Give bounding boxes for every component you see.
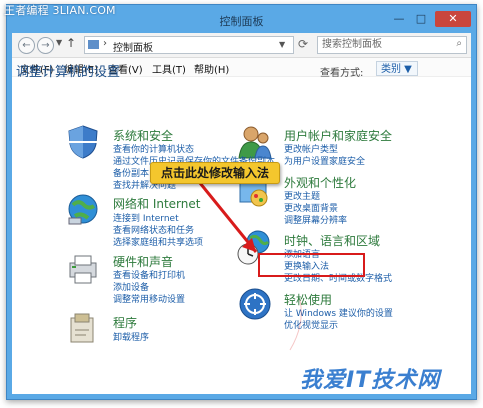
watermark-bottom: 我爱IT技术网 xyxy=(300,368,441,393)
red-arrow-icon xyxy=(198,182,302,351)
callout-label: 点击此处修改输入法 xyxy=(150,162,280,184)
